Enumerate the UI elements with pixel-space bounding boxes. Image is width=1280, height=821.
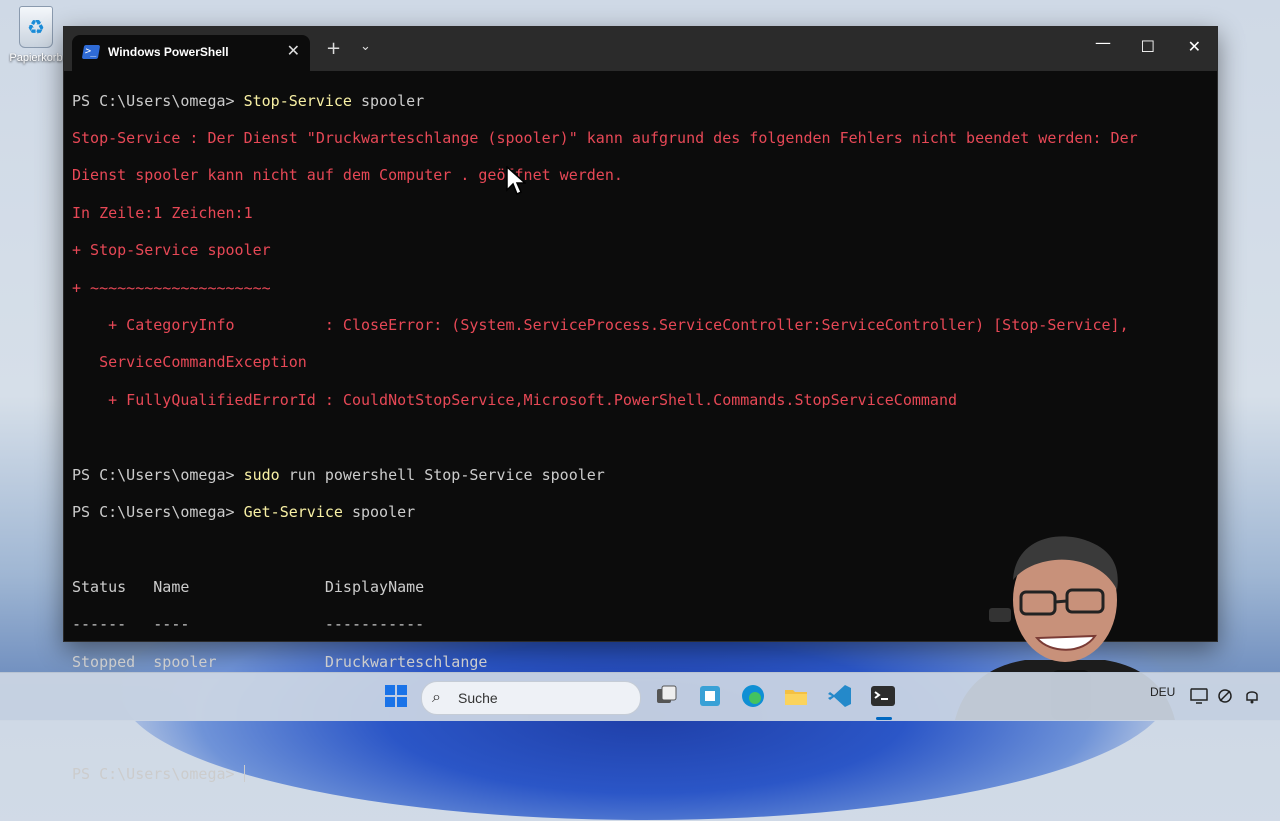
console-line: PS C:\Users\omega> Stop-Service spooler [72, 92, 1209, 111]
vscode-icon[interactable] [827, 683, 853, 709]
new-tab-button[interactable]: + [326, 38, 341, 59]
tab-title: Windows PowerShell [108, 45, 229, 59]
widgets-icon[interactable] [697, 683, 723, 709]
error-line: In Zeile:1 Zeichen:1 [72, 203, 253, 222]
error-line: + ~~~~~~~~~~~~~~~~~~~~ [72, 278, 271, 297]
command-args: spooler [351, 91, 425, 110]
console-line: PS C:\Users\omega> sudo run powershell S… [72, 466, 1209, 485]
recycle-bin-label: Papierkorb [9, 52, 63, 64]
error-line: Dienst spooler kann nicht auf dem Comput… [72, 166, 623, 185]
prompt: PS C:\Users\omega> [72, 764, 244, 783]
command-name: Stop-Service [243, 91, 352, 110]
start-icon[interactable] [383, 683, 409, 709]
language-indicator[interactable]: DEU [1150, 685, 1175, 699]
error-line: + CategoryInfo : CloseError: (System.Ser… [72, 316, 1129, 335]
command-args: spooler [342, 503, 416, 521]
mouse-pointer-icon [506, 166, 526, 196]
edge-icon[interactable] [740, 683, 766, 709]
console-line: PS C:\Users\omega> Get-Service spooler [72, 503, 1209, 522]
close-button[interactable]: ✕ [1188, 37, 1201, 56]
display-icon[interactable] [1190, 687, 1208, 705]
prompt: PS C:\Users\omega> [72, 465, 244, 484]
search-icon: ⌕ [432, 687, 441, 706]
command-name: sudo [243, 465, 280, 484]
search-box[interactable]: ⌕ Suche [421, 681, 641, 715]
tab-dropdown-button[interactable]: ⌄ [360, 39, 371, 54]
console-line[interactable]: PS C:\Users\omega> [72, 764, 1209, 784]
error-line: ServiceCommandException [72, 353, 307, 372]
powershell-icon: >_ [81, 45, 101, 59]
error-line: Stop-Service : Der Dienst "Druckwartesch… [72, 129, 1138, 148]
command-name: Get-Service [243, 503, 343, 521]
command-args: run powershell Stop-Service spooler [279, 465, 605, 484]
notification-icon[interactable] [1243, 687, 1261, 705]
taskbar: ⌕ Suche DEU [0, 672, 1280, 721]
file-explorer-icon[interactable] [783, 683, 809, 709]
title-bar[interactable]: >_ Windows PowerShell ✕ + ⌄ — ☐ ✕ [64, 27, 1217, 71]
tab-close-icon[interactable]: ✕ [287, 41, 300, 60]
maximize-button[interactable]: ☐ [1141, 37, 1155, 56]
prompt: PS C:\Users\omega> [72, 503, 244, 521]
tab-windows-powershell[interactable]: >_ Windows PowerShell ✕ [72, 35, 310, 71]
text-caret [243, 764, 245, 782]
error-line: + Stop-Service spooler [72, 241, 271, 260]
recycle-bin-icon: ♻ [19, 6, 53, 48]
error-line: + FullyQualifiedErrorId : CouldNotStopSe… [72, 390, 958, 409]
prompt: PS C:\Users\omega> [72, 91, 244, 110]
minimize-button[interactable]: — [1095, 33, 1111, 52]
terminal-icon[interactable] [870, 683, 896, 709]
network-icon[interactable] [1216, 687, 1234, 705]
task-view-icon[interactable] [653, 683, 679, 709]
search-label: Suche [458, 690, 498, 706]
recycle-bin[interactable]: ♻ Papierkorb [8, 4, 64, 64]
